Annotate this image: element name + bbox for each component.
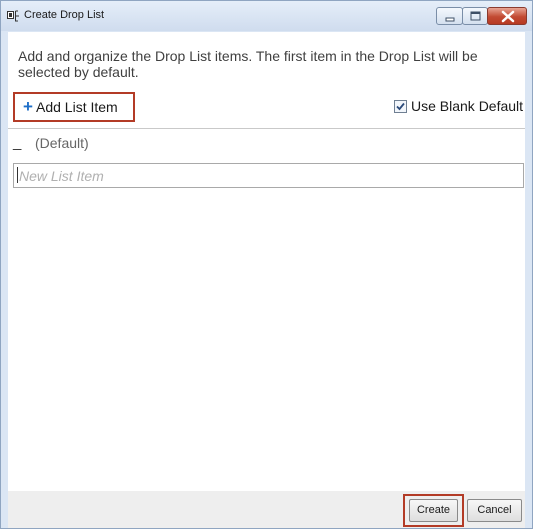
create-drop-list-dialog: Create Drop List Add and organize the Dr… [0,0,533,529]
window-title: Create Drop List [24,9,105,21]
minimize-icon [445,17,455,22]
add-list-item-button[interactable]: + Add List Item [13,92,135,122]
divider [8,128,525,129]
list-item-label: (Default) [35,135,89,151]
title-bar[interactable]: Create Drop List [1,1,532,31]
text-caret [17,167,18,183]
minimize-button[interactable] [436,7,463,25]
maximize-button[interactable] [462,7,488,25]
close-icon [501,10,515,23]
checkbox-checked[interactable] [394,100,407,113]
item-marker: _ [13,134,22,151]
use-blank-default-label: Use Blank Default [411,98,524,114]
create-button[interactable]: Create [409,499,458,522]
cancel-button[interactable]: Cancel [467,499,522,522]
instructions-text: Add and organize the Drop List items. Th… [18,48,478,80]
maximize-icon [470,11,481,21]
checkmark-icon [396,102,405,111]
new-list-item-input[interactable] [13,163,524,188]
add-list-item-label: Add List Item [36,99,118,115]
dialog-content: Add and organize the Drop List items. Th… [8,32,525,491]
close-button[interactable] [487,7,527,25]
use-blank-default-checkbox[interactable]: Use Blank Default [394,98,524,116]
drop-list-app-icon [7,10,19,22]
list-item-default[interactable]: _ (Default) [13,134,213,154]
plus-icon: + [23,97,33,116]
